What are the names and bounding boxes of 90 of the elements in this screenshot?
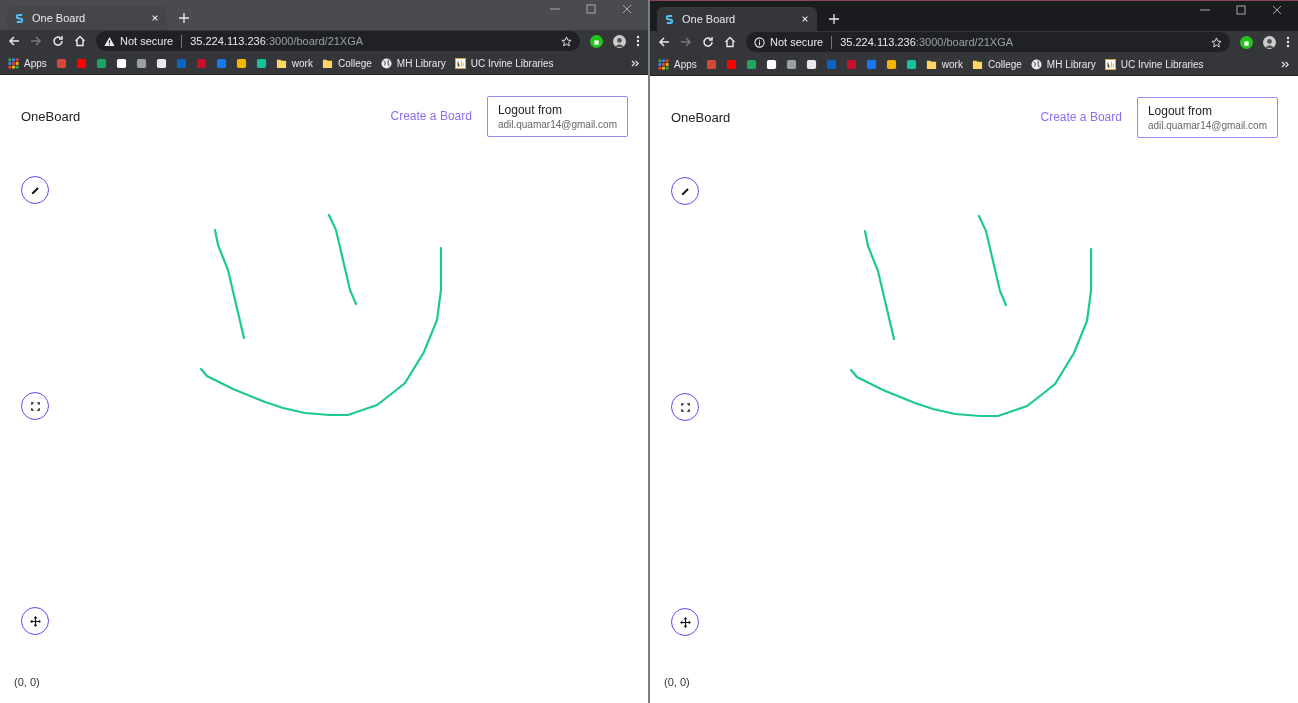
new-tab-icon[interactable] — [829, 14, 839, 24]
address-bar[interactable]: Not secure 35.224.113.236:3000/board/21XGA — [746, 32, 1230, 52]
move-tool-button[interactable] — [21, 607, 49, 635]
bookmark[interactable]: UC Irvine Libraries — [1104, 58, 1204, 70]
security-label[interactable]: Not secure — [120, 35, 174, 47]
bookmark-icon[interactable] — [905, 58, 917, 70]
app-logo[interactable]: OneBoard — [21, 108, 81, 124]
url-path: :3000/board/21XGA — [265, 35, 364, 47]
bookmark-icon[interactable] — [255, 57, 267, 69]
bookmark-icon[interactable] — [885, 58, 897, 70]
grid-icon — [8, 57, 19, 69]
bookmark[interactable]: MH Library — [380, 57, 446, 69]
fullscreen-icon — [29, 400, 41, 412]
move-tool-button[interactable] — [671, 608, 699, 636]
browser-tab[interactable]: One Board — [7, 6, 167, 30]
grid-icon — [658, 58, 669, 70]
create-board-link[interactable]: Create a Board — [390, 109, 472, 123]
extension-icon[interactable] — [1240, 35, 1253, 49]
menu-icon[interactable] — [636, 35, 640, 47]
url-host: 35.224.113.236 — [190, 35, 266, 47]
star-icon[interactable] — [1211, 36, 1222, 48]
folder-icon — [971, 58, 983, 70]
warning-icon — [104, 35, 115, 47]
bookmark-icon[interactable] — [765, 58, 777, 70]
bookmark[interactable]: Apps — [658, 58, 697, 70]
move-icon — [29, 615, 41, 627]
maximize-icon[interactable] — [1236, 5, 1246, 15]
folder-icon — [275, 57, 287, 69]
book-icon — [454, 57, 466, 69]
close-tab-icon[interactable] — [151, 14, 159, 22]
bookmark[interactable]: Apps — [8, 57, 47, 69]
close-icon[interactable] — [1272, 5, 1282, 15]
forward-arrow-icon[interactable] — [680, 36, 692, 48]
pencil-tool-button[interactable] — [671, 177, 699, 205]
profile-avatar-icon[interactable] — [1263, 35, 1276, 49]
book-icon — [1104, 58, 1116, 70]
back-arrow-icon[interactable] — [658, 36, 670, 48]
create-board-link[interactable]: Create a Board — [1040, 110, 1122, 124]
more-bookmarks-icon[interactable] — [1281, 59, 1290, 69]
logout-button[interactable]: Logout from adil.quamar14@gmail.com — [486, 95, 628, 137]
folder-icon — [925, 58, 937, 70]
new-tab-icon[interactable] — [179, 13, 189, 23]
bookmark[interactable]: work — [275, 57, 313, 69]
s-logo-icon — [15, 12, 24, 24]
bookmark-icon[interactable] — [235, 57, 247, 69]
close-tab-icon[interactable] — [801, 15, 809, 23]
folder-icon — [321, 57, 333, 69]
address-bar[interactable]: Not secure 35.224.113.236:3000/board/21XGA — [96, 31, 580, 51]
menu-icon[interactable] — [1286, 36, 1290, 48]
coordinates-label: (0, 0) — [14, 676, 40, 688]
fullscreen-button[interactable] — [21, 392, 49, 420]
security-label[interactable]: Not secure — [770, 36, 824, 48]
pencil-icon — [29, 184, 41, 196]
home-icon[interactable] — [724, 36, 736, 48]
url-host: 35.224.113.236 — [840, 36, 916, 48]
bookmark-icon[interactable] — [805, 58, 817, 70]
bookmark[interactable]: College — [971, 58, 1022, 70]
tab-title: One Board — [32, 12, 87, 24]
home-icon[interactable] — [74, 35, 86, 47]
extension-icon[interactable] — [590, 34, 603, 48]
app-logo[interactable]: OneBoard — [671, 109, 731, 125]
forward-arrow-icon[interactable] — [30, 35, 42, 47]
close-icon[interactable] — [622, 4, 632, 14]
bookmark[interactable]: UC Irvine Libraries — [454, 57, 554, 69]
browser-tab[interactable]: One Board — [657, 7, 817, 31]
bookmark-icon[interactable] — [155, 57, 167, 69]
bookmark-icon[interactable] — [115, 57, 127, 69]
maximize-icon[interactable] — [586, 4, 596, 14]
fullscreen-button[interactable] — [671, 393, 699, 421]
globe-icon — [380, 57, 392, 69]
info-icon — [754, 36, 765, 48]
bookmark[interactable]: College — [321, 57, 372, 69]
reload-icon[interactable] — [702, 36, 714, 48]
bookmark[interactable]: MH Library — [1030, 58, 1096, 70]
reload-icon[interactable] — [52, 35, 64, 47]
tab-title: One Board — [682, 13, 737, 25]
s-logo-icon — [665, 13, 674, 25]
fullscreen-icon — [679, 401, 691, 413]
pencil-icon — [679, 185, 691, 197]
move-icon — [679, 616, 691, 628]
logout-button[interactable]: Logout from adil.quamar14@gmail.com — [1136, 96, 1278, 138]
back-arrow-icon[interactable] — [8, 35, 20, 47]
url-path: :3000/board/21XGA — [915, 36, 1014, 48]
star-icon[interactable] — [561, 35, 572, 47]
bookmark[interactable]: work — [925, 58, 963, 70]
profile-avatar-icon[interactable] — [613, 34, 626, 48]
coordinates-label: (0, 0) — [664, 676, 690, 688]
globe-icon — [1030, 58, 1042, 70]
more-bookmarks-icon[interactable] — [631, 58, 640, 68]
pencil-tool-button[interactable] — [21, 176, 49, 204]
